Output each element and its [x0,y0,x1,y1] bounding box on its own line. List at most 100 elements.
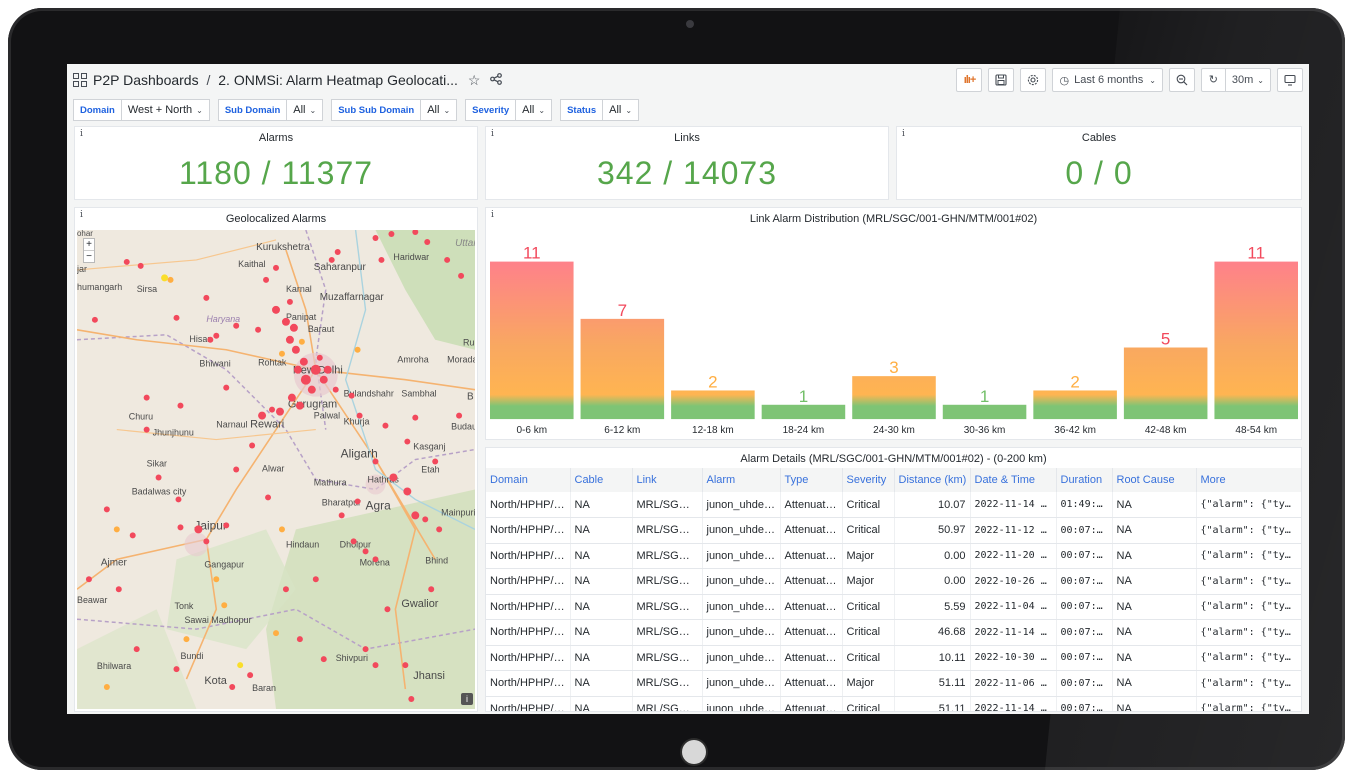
column-header[interactable]: Root Cause [1112,468,1197,492]
bar-0-6-km[interactable] [490,261,574,420]
bar-36-42-km[interactable] [1033,390,1117,420]
variable-select[interactable]: All ⌄ [420,99,458,121]
alarm-map[interactable]: Kurukshetra Kaithal Saharanpur Haridwar … [77,230,475,709]
variable-domain[interactable]: Domain West + North ⌄ [73,99,210,121]
variable-select[interactable]: All ⌄ [286,99,324,121]
table-row[interactable]: North/HPHP/A... NA MRL/SGC/0... junon_uhdex… [486,517,1301,544]
map-label: Budaun [451,422,475,432]
link-alarm-distribution-panel: i Link Alarm Distribution (MRL/SGC/001-G… [485,207,1302,440]
info-icon[interactable]: i [80,129,83,139]
map-label: Karnal [286,284,312,294]
variable-value: All [522,104,535,116]
column-header[interactable]: More [1196,468,1301,492]
table-row[interactable]: North/HPHP/A... NA MRL/SGC/0... junon_uhdex… [486,696,1301,711]
table-cell: NA [570,568,633,595]
table-row[interactable]: North/HPHP/A... NA MRL/SGC/0... junon_uhdex… [486,594,1301,620]
breadcrumb-separator: / [206,72,211,88]
breadcrumb-folder[interactable]: P2P Dashboards [93,72,199,88]
bar-48-54-km[interactable] [1214,261,1298,420]
variable-select[interactable]: All ⌄ [602,99,640,121]
share-icon[interactable] [490,72,503,88]
variable-sub-domain[interactable]: Sub Domain All ⌄ [217,99,324,121]
variable-label: Status [560,99,603,121]
bar-6-12-km[interactable] [580,318,665,420]
table-cell: 00:07:54 [1056,517,1113,544]
table-cell: junon_uhdex_... [702,568,781,595]
column-header[interactable]: Type [780,468,843,492]
column-header[interactable]: Duration [1056,468,1113,492]
x-tick-label: 48-54 km [1235,425,1277,436]
bar-30-36-km[interactable] [942,404,1027,420]
variable-status[interactable]: Status All ⌄ [560,99,640,121]
table-cell: NA [570,492,633,518]
cables-stat-panel[interactable]: i Cables 0 / 0 [896,126,1302,200]
bar-18-24-km[interactable] [761,404,846,420]
zoom-out-button[interactable]: − [84,251,94,262]
table-cell: 00:07:25 [1056,670,1113,697]
table-cell: Attenuation [780,670,843,697]
stat-value: 0 / 0 [1065,155,1133,191]
alarms-stat-panel[interactable]: i Alarms 1180 / 11377 [74,126,478,200]
panel-title: Alarms [258,132,294,144]
map-label: Bundi [180,651,203,661]
table-cell: {"alarm": {"type... [1196,670,1301,697]
save-icon[interactable] [988,68,1015,92]
column-header[interactable]: Distance (km) [894,468,971,492]
variable-select[interactable]: All ⌄ [515,99,553,121]
map-canvas[interactable]: Kurukshetra Kaithal Saharanpur Haridwar … [77,230,475,709]
table-row[interactable]: North/HPHP/A... NA MRL/SGC/0... junon_uhdex… [486,568,1301,595]
info-icon[interactable]: i [491,210,494,220]
links-stat-panel[interactable]: i Links 342 / 14073 [485,126,889,200]
table-row[interactable]: North/HPHP/A... NA MRL/SGC/0... junon_uhdex… [486,670,1301,697]
bar-value-label: 1 [799,387,808,406]
table-cell: MRL/SGC/0... [632,543,703,569]
map-attribution-button[interactable]: i [461,693,473,705]
table-row[interactable]: North/HPHP/A... NA MRL/SGC/0... junon_uhdex… [486,492,1301,518]
column-header[interactable]: Link [632,468,703,492]
table-cell: MRL/SGC/0... [632,517,703,544]
table-row[interactable]: North/HPHP/A... NA MRL/SGC/0... junon_uhdex… [486,619,1301,646]
table-cell: 00:07:27 [1056,594,1113,620]
column-header[interactable]: Cable [570,468,633,492]
time-range-picker[interactable]: ◷ Last 6 months ⌄ [1052,68,1163,92]
map-label: Uttar [455,238,475,249]
bar-chart-canvas: 11 0-6 km 7 6-12 km 2 12-18 km 1 18-24 km 3 24-30… [490,244,1298,436]
table-cell: North/HPHP/A... [486,492,571,518]
column-header[interactable]: Alarm [702,468,781,492]
refresh-picker[interactable]: ↻ 30m ⌄ [1200,68,1271,92]
settings-icon[interactable] [1020,68,1047,92]
bar-12-18-km[interactable] [671,390,755,420]
bar-42-48-km[interactable] [1123,347,1208,420]
zoom-out-icon[interactable] [1168,68,1195,92]
table-cell: NA [1112,517,1197,544]
column-header[interactable]: Date & Time [970,468,1057,492]
map-label: Gurugram [288,399,337,411]
dashboard-grid-icon[interactable] [73,73,87,87]
zoom-in-button[interactable]: + [84,239,94,251]
refresh-icon[interactable]: ↻ [1202,69,1226,91]
dashboard-title[interactable]: 2. ONMSi: Alarm Heatmap Geolocati... [218,72,458,88]
map-label: humangarh [77,282,122,292]
table-cell: NA [570,517,633,544]
bar-24-30-km[interactable] [852,376,936,420]
table-row[interactable]: North/HPHP/A... NA MRL/SGC/0... junon_uhdex… [486,543,1301,569]
tv-mode-icon[interactable] [1277,68,1303,92]
variable-sub-sub-domain[interactable]: Sub Sub Domain All ⌄ [331,99,458,121]
table-cell: NA [1112,568,1197,595]
column-header[interactable]: Severity [842,468,895,492]
add-panel-icon[interactable]: ılı+ [956,68,983,92]
map-label: Baraut [308,324,335,334]
variable-select[interactable]: West + North ⌄ [120,99,210,121]
column-header[interactable]: Domain [486,468,571,492]
panel-title: Alarm Details (MRL/SGC/001-GHN/MTM/001#0… [740,453,1047,465]
map-label: Kaithal [238,259,265,269]
star-icon[interactable]: ☆ [468,72,481,89]
table-row[interactable]: North/HPHP/A... NA MRL/SGC/0... junon_uhdex… [486,645,1301,671]
table-cell: 0.00 [894,543,971,569]
info-icon[interactable]: i [491,129,494,139]
info-icon[interactable]: i [80,210,83,220]
variable-severity[interactable]: Severity All ⌄ [465,99,553,121]
table-cell: {"alarm": {"type... [1196,568,1301,595]
x-tick-label: 42-48 km [1145,425,1187,436]
info-icon[interactable]: i [902,129,905,139]
